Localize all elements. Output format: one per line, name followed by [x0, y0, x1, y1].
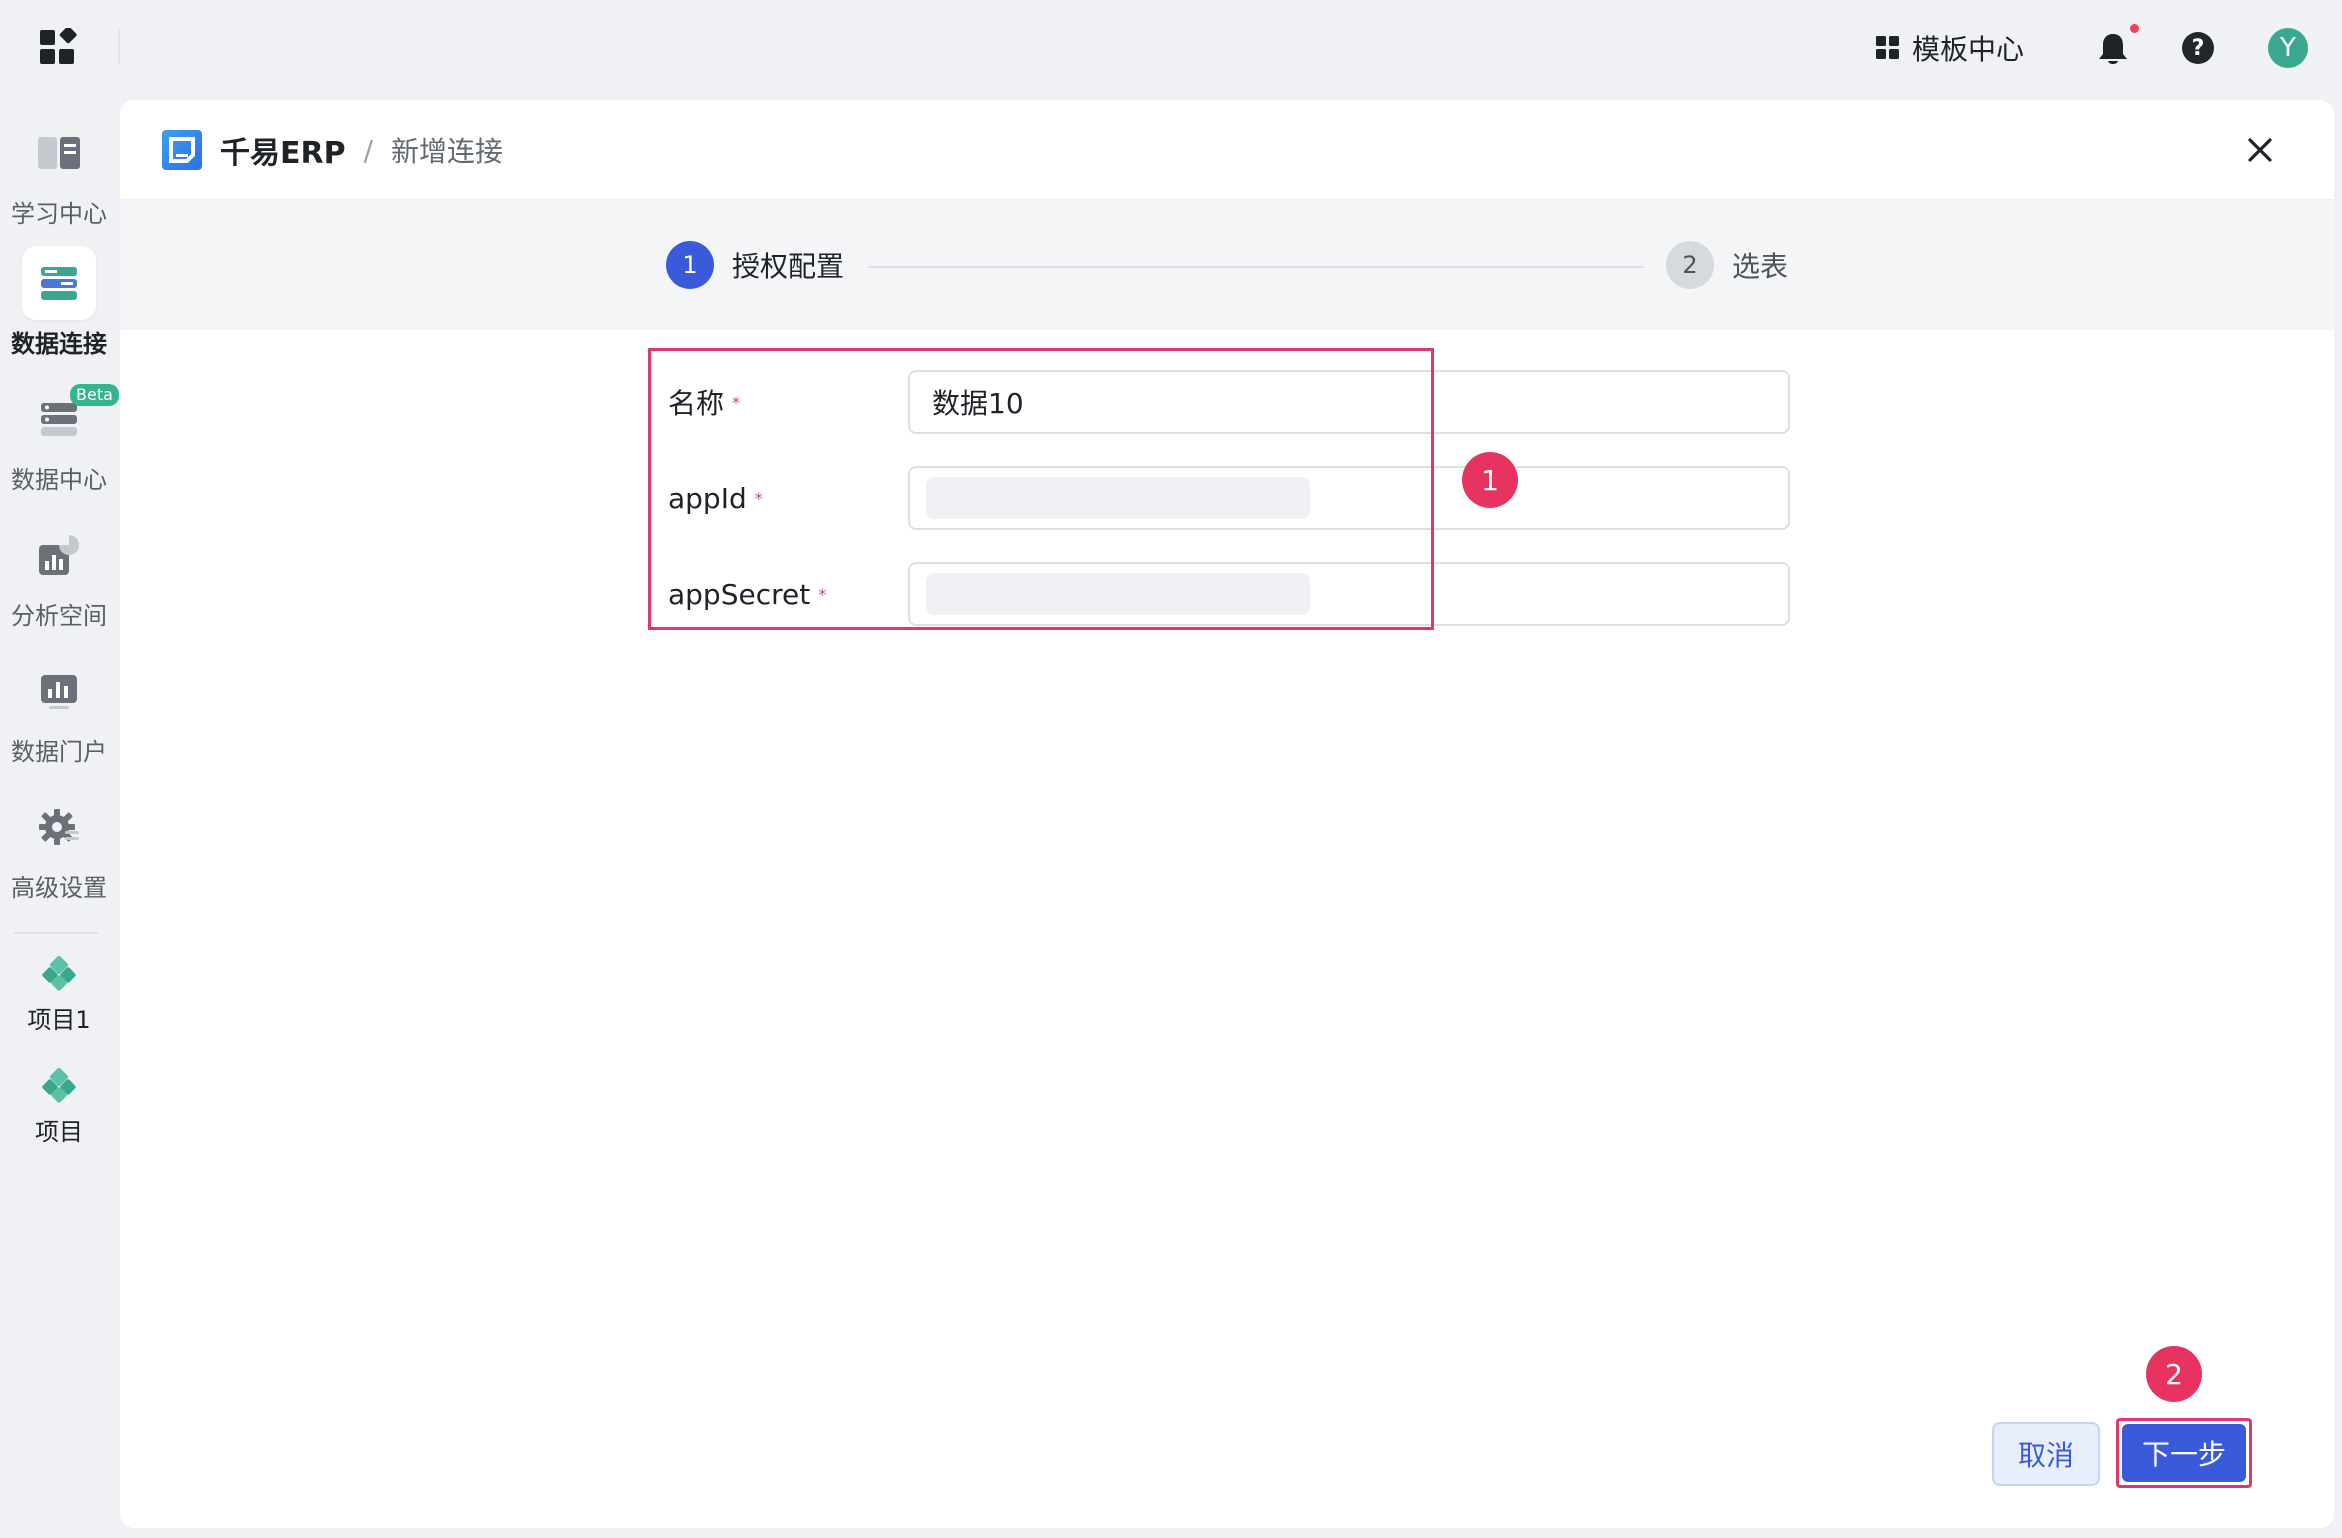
sidebar-item-label: 高级设置 — [11, 874, 107, 902]
chart-pie-icon — [22, 518, 96, 592]
sidebar-item-label: 数据中心 — [11, 466, 107, 494]
dashboard-icon — [22, 654, 96, 728]
sidebar-item-label: 分析空间 — [11, 602, 107, 630]
bell-icon[interactable] — [2096, 30, 2130, 68]
page-title: 新增连接 — [391, 135, 504, 168]
grid-icon — [1876, 36, 1899, 59]
template-center-label: 模板中心 — [1912, 33, 2025, 66]
annotation-highlight-box — [648, 348, 1434, 630]
annotation-marker-1: 1 — [1462, 452, 1518, 508]
steps-bar: 1 授权配置 2 选表 — [120, 200, 2334, 330]
step-connector-line — [868, 266, 1644, 268]
sidebar-item-data-portal[interactable]: 数据门户 — [0, 654, 118, 774]
sidebar-item-label: 数据连接 — [11, 330, 107, 358]
breadcrumb-app-name[interactable]: 千易ERP — [220, 128, 346, 172]
step-auth-config: 1 授权配置 — [666, 241, 844, 289]
sidebar-project-item[interactable]: 项目 — [0, 1068, 118, 1168]
breadcrumb-separator: / — [363, 133, 374, 167]
step-label: 授权配置 — [732, 250, 845, 283]
project-icon — [42, 1068, 76, 1103]
sidebar-project-label: 项目 — [35, 1118, 83, 1146]
sidebar-item-data-connection[interactable]: 数据连接 — [0, 246, 118, 366]
gear-icon — [22, 790, 96, 864]
top-bar: 模板中心 ? Y — [0, 0, 2342, 96]
help-symbol: ? — [2191, 35, 2205, 61]
project-icon — [42, 956, 76, 991]
help-icon[interactable]: ? — [2182, 32, 2214, 64]
sidebar-item-label: 学习中心 — [11, 200, 107, 228]
sidebar-project-label: 项目1 — [27, 1006, 91, 1034]
data-connect-icon — [22, 246, 96, 320]
step-number: 2 — [1666, 241, 1714, 289]
step-number: 1 — [666, 241, 714, 289]
sidebar-item-learning-center[interactable]: 学习中心 — [0, 116, 118, 236]
step-label: 选表 — [1732, 250, 1789, 283]
sidebar-item-analysis-space[interactable]: 分析空间 — [0, 518, 118, 638]
annotation-marker-2: 2 — [2146, 1346, 2202, 1402]
cancel-button[interactable]: 取消 — [1992, 1422, 2100, 1486]
sidebar-project-item[interactable]: 项目1 — [0, 956, 118, 1056]
sidebar-item-advanced-settings[interactable]: 高级设置 — [0, 790, 118, 910]
new-connection-panel: 千易ERP / 新增连接 1 授权配置 2 选表 名称 * 数据10 appId… — [120, 100, 2334, 1528]
erp-logo-icon — [162, 130, 202, 170]
template-center-button[interactable]: 模板中心 — [1876, 26, 2024, 70]
close-icon[interactable] — [2242, 132, 2278, 168]
topbar-divider — [118, 28, 120, 64]
sidebar: 学习中心 数据连接 Beta 数据中心 分析空间 数据门户 高级设置 项目1 项… — [0, 96, 119, 1538]
app-grid-icon[interactable] — [40, 28, 78, 66]
avatar[interactable]: Y — [2268, 28, 2308, 68]
sidebar-item-label: 数据门户 — [11, 738, 107, 766]
panel-header: 千易ERP / 新增连接 — [120, 100, 2334, 200]
book-icon — [22, 116, 96, 190]
next-step-button[interactable]: 下一步 — [2122, 1424, 2246, 1482]
sidebar-item-data-center[interactable]: Beta 数据中心 — [0, 382, 119, 502]
breadcrumb: 千易ERP / 新增连接 — [220, 126, 503, 174]
step-select-table: 2 选表 — [1666, 241, 1788, 289]
notification-dot — [2130, 24, 2139, 33]
avatar-letter: Y — [2280, 33, 2296, 63]
sidebar-divider — [14, 932, 98, 934]
beta-badge: Beta — [70, 384, 119, 406]
